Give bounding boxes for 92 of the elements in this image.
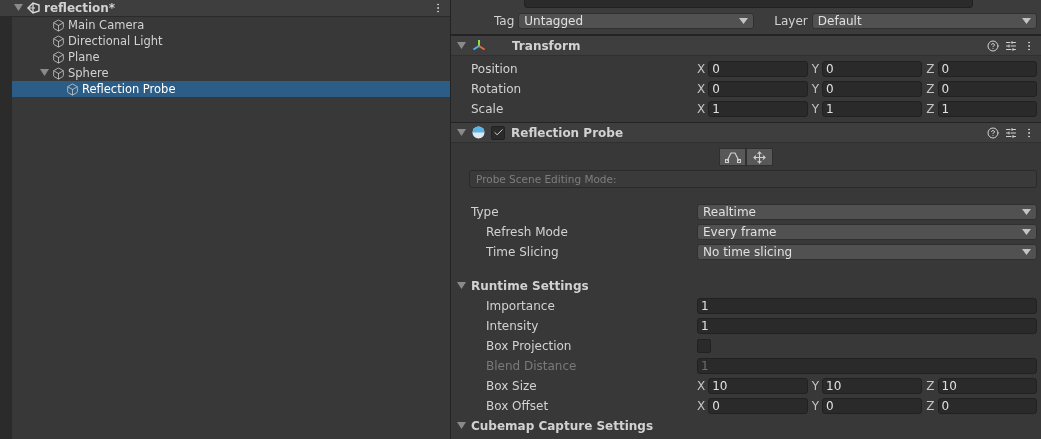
dropdown[interactable]: No time slicing — [697, 244, 1037, 260]
number-field[interactable]: 0 — [822, 81, 923, 97]
caret-icon — [1022, 209, 1031, 215]
number-field[interactable]: 10 — [708, 378, 808, 394]
property-label: Box Size — [486, 379, 537, 393]
sliders-icon[interactable] — [1005, 126, 1017, 139]
hierarchy-item[interactable]: Directional Light — [12, 33, 450, 49]
help-icon[interactable] — [987, 39, 999, 52]
axis-label: Z — [926, 62, 935, 76]
number-field[interactable]: 0 — [937, 398, 1037, 414]
layer-label: Layer — [774, 14, 808, 28]
axis-label: Z — [926, 399, 935, 413]
property-label: Rotation — [471, 82, 522, 96]
axis-label: X — [697, 62, 706, 76]
cube-icon — [52, 66, 65, 80]
number-field[interactable]: 1 — [937, 101, 1037, 117]
number-field[interactable]: 1 — [697, 318, 1037, 334]
section-title: Runtime Settings — [471, 279, 589, 293]
axis-label: Z — [926, 102, 935, 116]
move-icon — [753, 150, 766, 164]
property-label: Time Slicing — [486, 245, 559, 259]
hierarchy-item[interactable]: Sphere — [12, 65, 450, 81]
property-label: Intensity — [486, 319, 539, 333]
property-label: Blend Distance — [486, 359, 577, 373]
axis-label: Z — [926, 82, 935, 96]
fold-triangle-icon[interactable] — [14, 3, 23, 12]
caret-icon — [1022, 229, 1031, 235]
edit-bounds-button[interactable] — [719, 148, 746, 166]
cube-icon — [52, 18, 65, 32]
property-label: Position — [471, 62, 518, 76]
number-field[interactable]: 0 — [708, 398, 808, 414]
number-field[interactable]: 0 — [708, 81, 808, 97]
layer-dropdown[interactable]: Default — [811, 13, 1037, 29]
scene-title: reflection* — [44, 1, 116, 15]
tag-dropdown[interactable]: Untagged — [518, 13, 755, 29]
component-title: Reflection Probe — [511, 125, 624, 140]
number-field[interactable]: 10 — [822, 378, 923, 394]
property-label: Importance — [486, 299, 555, 313]
number-field[interactable]: 1 — [697, 298, 1037, 314]
axis-label: Y — [811, 62, 819, 76]
axis-label: X — [697, 399, 706, 413]
axis-label: X — [697, 102, 706, 116]
hierarchy-item[interactable]: Main Camera — [12, 17, 450, 33]
tag-label: Tag — [494, 14, 515, 28]
number-field[interactable]: 0 — [822, 398, 923, 414]
fold-triangle-icon[interactable] — [457, 127, 466, 137]
sliders-icon[interactable] — [1005, 39, 1017, 52]
cube-icon — [66, 82, 79, 96]
dropdown[interactable]: Every frame — [697, 224, 1037, 240]
section-title: Cubemap Capture Settings — [471, 419, 654, 433]
property-label: Refresh Mode — [486, 225, 568, 239]
cube-icon — [52, 50, 65, 64]
fold-triangle-icon[interactable] — [457, 40, 466, 50]
move-tool-button[interactable] — [746, 148, 773, 166]
axis-label: Z — [926, 379, 935, 393]
axis-label: Y — [811, 379, 819, 393]
caret-icon — [1022, 18, 1031, 24]
axis-label: X — [697, 379, 706, 393]
property-label: Box Offset — [486, 399, 549, 413]
hierarchy-item[interactable]: Plane — [12, 49, 450, 65]
sphere-icon — [472, 126, 485, 139]
cube-icon — [52, 34, 65, 48]
axis-label: Y — [811, 399, 819, 413]
component-header[interactable]: Transform — [451, 35, 1041, 56]
fold-triangle-icon[interactable] — [457, 421, 466, 430]
number-field[interactable]: 0 — [822, 61, 923, 77]
hierarchy-item[interactable]: Reflection Probe — [12, 81, 450, 97]
component-title: Transform — [512, 38, 581, 53]
caret-icon — [739, 18, 749, 24]
property-label: Type — [471, 205, 499, 219]
property-label: Box Projection — [486, 339, 572, 353]
component-header[interactable]: Reflection Probe — [451, 122, 1041, 143]
number-field[interactable]: 0 — [708, 61, 808, 77]
property-label: Scale — [471, 102, 504, 116]
enable-checkbox[interactable] — [491, 125, 505, 140]
number-field[interactable]: 0 — [937, 61, 1037, 77]
caret-icon — [1022, 249, 1031, 255]
scene-icon — [27, 2, 40, 14]
axis-label: Y — [811, 102, 819, 116]
axis-label: X — [697, 82, 706, 96]
number-field[interactable]: 0 — [937, 81, 1037, 97]
bounds-edit-icon — [724, 151, 741, 163]
help-icon[interactable] — [987, 126, 999, 139]
editing-mode-field: Probe Scene Editing Mode: — [469, 170, 1037, 188]
number-field[interactable]: 1 — [708, 101, 808, 117]
number-field[interactable]: 1 — [822, 101, 923, 117]
number-field[interactable]: 10 — [937, 378, 1037, 394]
axis-label: Y — [811, 82, 819, 96]
fold-triangle-icon[interactable] — [40, 68, 49, 77]
fold-triangle-icon[interactable] — [457, 281, 466, 290]
dropdown[interactable]: Realtime — [697, 204, 1037, 220]
axes-icon — [472, 39, 486, 52]
